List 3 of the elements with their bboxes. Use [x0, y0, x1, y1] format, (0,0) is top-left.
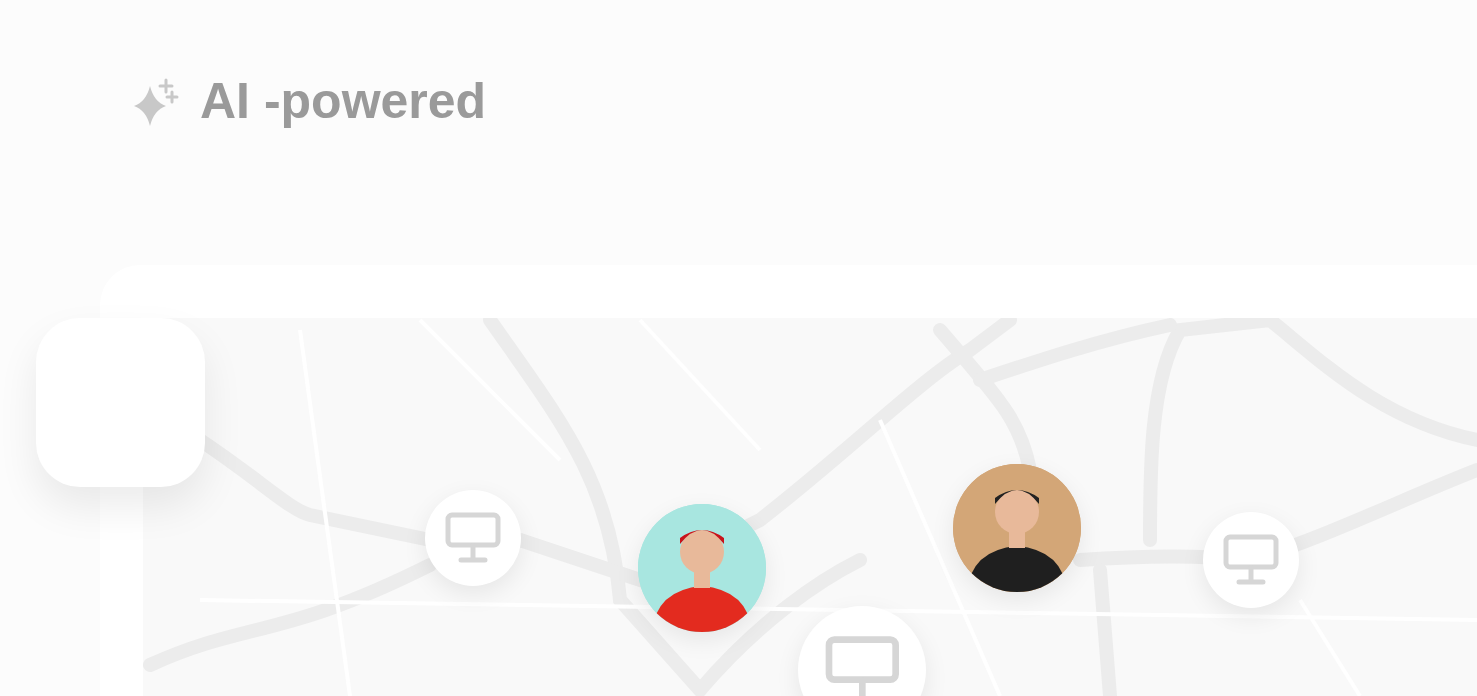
monitor-icon: [445, 510, 501, 566]
heading: AI -powered: [200, 76, 487, 126]
monitor-icon: [1223, 532, 1279, 588]
